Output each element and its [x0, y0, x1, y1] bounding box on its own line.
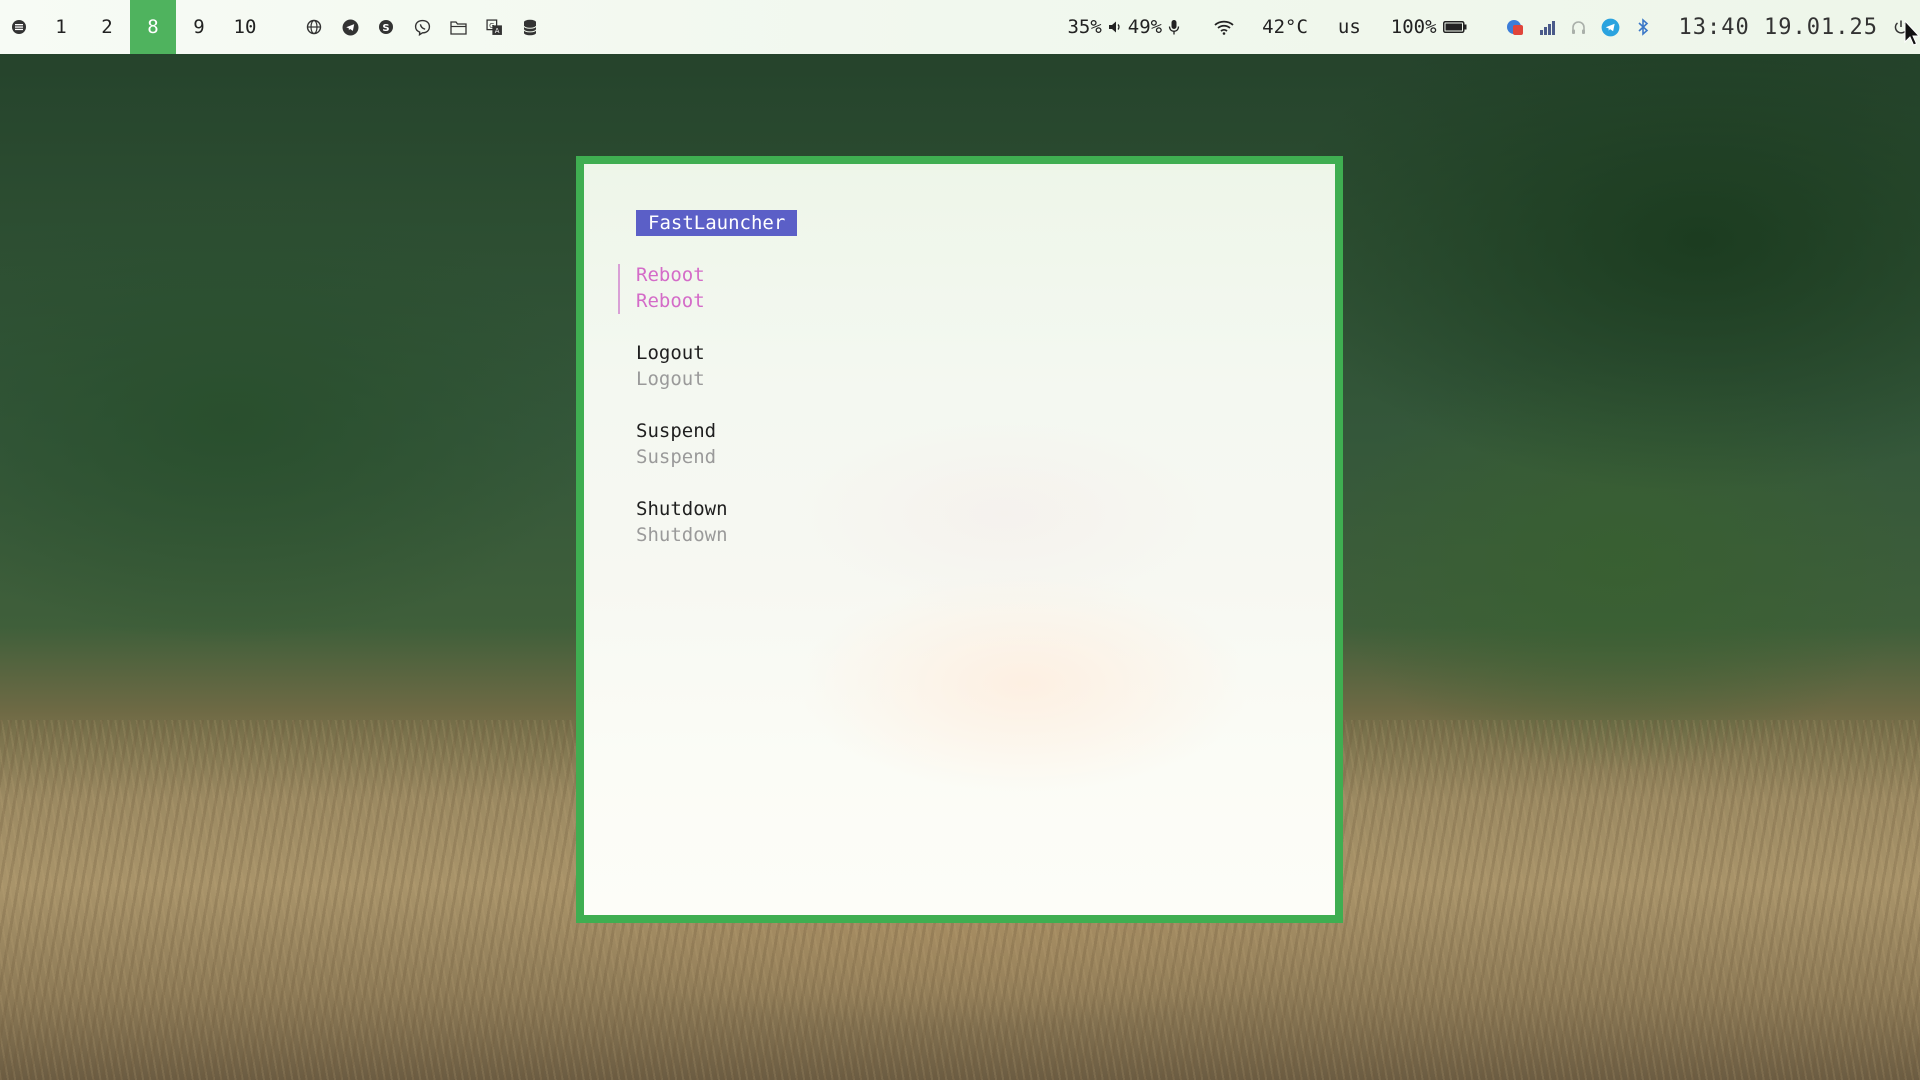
svg-text:S: S: [382, 23, 389, 34]
workspace-1[interactable]: 1: [38, 0, 84, 54]
entry-description: Reboot: [636, 290, 705, 312]
notification-app-icon: [1506, 20, 1523, 35]
volume-indicator[interactable]: 35% 49%: [1059, 16, 1194, 38]
wifi-icon: [1214, 20, 1234, 35]
menu-button[interactable]: [0, 0, 38, 54]
entry-name: Logout: [636, 342, 705, 364]
files-app-button[interactable]: [440, 0, 476, 54]
microphone-icon: [1168, 19, 1180, 34]
skype-app-button[interactable]: S: [368, 0, 404, 54]
battery-icon: [1442, 21, 1467, 33]
entry-name: Reboot: [636, 264, 705, 286]
battery-indicator: 100%: [1383, 16, 1481, 38]
menu-icon: [12, 20, 26, 34]
tray-telegram[interactable]: [1595, 0, 1627, 54]
top-bar-left: 1 2 8 9 10 S G A: [0, 0, 548, 54]
desktop: 1 2 8 9 10 S G A 35% 49% 42°C us 100% 13…: [0, 0, 1920, 1080]
launcher-entry-logout[interactable]: Logout Logout: [636, 340, 728, 418]
viber-icon: [414, 19, 430, 36]
clock-time: 13:40: [1678, 14, 1750, 40]
entry-name: Suspend: [636, 420, 717, 442]
entry-description: Shutdown: [636, 524, 728, 546]
entry-name: Shutdown: [636, 498, 728, 520]
bluetooth-icon: [1637, 18, 1648, 36]
files-icon: [449, 20, 467, 35]
headphones-icon: [1572, 20, 1586, 34]
tray-signal[interactable]: [1531, 0, 1563, 54]
wifi-indicator[interactable]: [1194, 20, 1254, 35]
launcher-entry-reboot[interactable]: Reboot Reboot: [618, 262, 728, 340]
workspace-8[interactable]: 8: [130, 0, 176, 54]
entry-description: Logout: [636, 368, 705, 390]
launcher-entry-suspend[interactable]: Suspend Suspend: [636, 418, 728, 496]
tray-notification-app[interactable]: [1499, 0, 1531, 54]
launcher-window: FastLauncher Reboot Reboot Logout Logout…: [576, 156, 1343, 923]
launcher-entry-list: Reboot Reboot Logout Logout Suspend Susp…: [618, 262, 728, 574]
temperature-indicator: 42°C: [1254, 16, 1316, 38]
globe-app-button[interactable]: [296, 0, 332, 54]
volume-level: 35%: [1067, 16, 1102, 38]
viber-app-button[interactable]: [404, 0, 440, 54]
battery-level: 100%: [1390, 16, 1437, 38]
signal-bars-icon: [1539, 20, 1555, 35]
svg-text:A: A: [494, 27, 499, 35]
clock-date: 19.01.25: [1764, 14, 1878, 40]
cursor-icon: [1904, 19, 1920, 46]
top-bar-right: 35% 49% 42°C us 100% 13:40 19.01.25: [1059, 0, 1920, 54]
telegram-icon: [342, 19, 358, 35]
tray-headphones[interactable]: [1563, 0, 1595, 54]
tray-bluetooth[interactable]: [1627, 0, 1659, 54]
svg-text:G: G: [489, 21, 494, 29]
workspace-10[interactable]: 10: [222, 0, 268, 54]
skype-icon: S: [379, 20, 393, 34]
workspace-9[interactable]: 9: [176, 0, 222, 54]
launcher-title: FastLauncher: [636, 210, 798, 236]
keyboard-layout-value: us: [1337, 16, 1361, 38]
keyboard-layout-indicator[interactable]: us: [1316, 16, 1383, 38]
globe-icon: [306, 19, 322, 35]
telegram-app-button[interactable]: [332, 0, 368, 54]
speaker-icon: [1108, 21, 1120, 33]
telegram-icon: [1601, 18, 1620, 36]
top-bar: 1 2 8 9 10 S G A 35% 49% 42°C us 100% 13…: [0, 0, 1920, 54]
workspace-2[interactable]: 2: [84, 0, 130, 54]
entry-description: Suspend: [636, 446, 717, 468]
mic-level: 49%: [1127, 16, 1163, 38]
database-app-button[interactable]: [512, 0, 548, 54]
clock[interactable]: 13:40 19.01.25: [1659, 15, 1888, 40]
launcher-entry-shutdown[interactable]: Shutdown Shutdown: [636, 496, 728, 574]
database-icon: [523, 19, 537, 35]
temperature-value: 42°C: [1262, 16, 1308, 38]
translate-app-button[interactable]: G A: [476, 0, 512, 54]
translate-icon: G A: [485, 18, 502, 35]
mouse-cursor: [1904, 19, 1920, 58]
